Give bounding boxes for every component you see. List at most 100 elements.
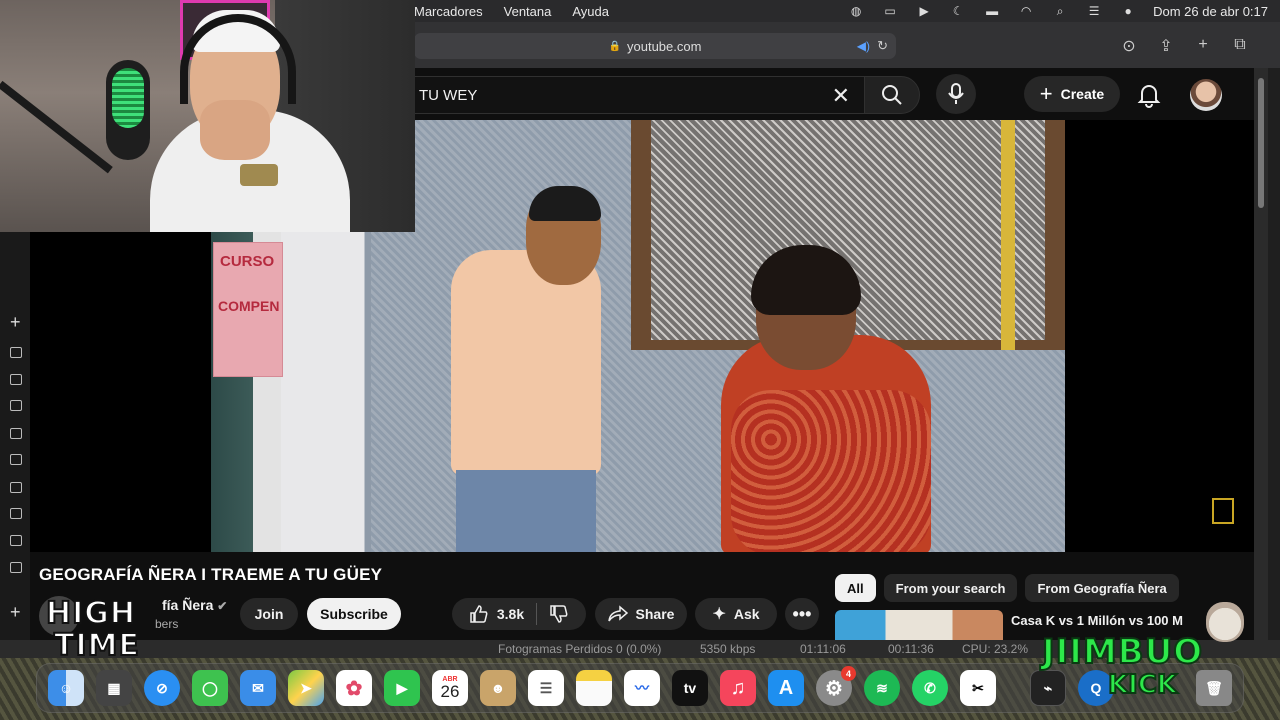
mic-arm (0, 80, 113, 174)
search-button[interactable] (864, 76, 920, 114)
like-button[interactable]: 3.8k (469, 604, 524, 624)
share-label: Share (635, 606, 675, 622)
camera-source-icon[interactable] (10, 374, 22, 385)
add-scene-icon[interactable]: + (10, 312, 21, 333)
lock-icon: 🔒 (608, 40, 621, 52)
page-scrollbar[interactable] (1254, 68, 1268, 658)
display-source-icon[interactable] (10, 454, 22, 465)
camera-source-icon[interactable] (10, 482, 22, 493)
reminders-icon[interactable]: ☰ (528, 670, 564, 706)
man-figure (451, 250, 601, 475)
battery-icon[interactable]: ▬ (983, 4, 1001, 18)
microphone-icon (948, 83, 964, 104)
voice-search-button[interactable] (936, 74, 976, 114)
chip-from-channel[interactable]: From Geografía Ñera (1025, 574, 1179, 602)
calendar-icon[interactable]: ABR 26 (432, 670, 468, 706)
menu-bookmarks[interactable]: Marcadores (414, 4, 483, 19)
siri-icon[interactable]: ● (1119, 4, 1137, 18)
image-source-icon[interactable] (10, 400, 22, 411)
safari-icon[interactable]: ⊘ (144, 670, 180, 706)
search-icon (882, 85, 902, 105)
chip-from-your-search[interactable]: From your search (883, 574, 1018, 602)
search-input[interactable]: TU WEY ✕ (414, 76, 864, 114)
messages-icon[interactable]: ◯ (192, 670, 228, 706)
recommended-video-title[interactable]: Casa K vs 1 Millón vs 100 M (1011, 612, 1211, 629)
app-store-icon[interactable]: A (768, 670, 804, 706)
thumbs-down-icon[interactable] (549, 604, 569, 624)
system-settings-icon[interactable]: ⚙ 4 (816, 666, 856, 706)
notes-icon[interactable] (576, 670, 612, 706)
more-actions-button[interactable]: ••• (785, 598, 819, 630)
search-query: TU WEY (419, 86, 478, 104)
apple-tv-icon[interactable]: tv (672, 670, 708, 706)
notifications-bell-icon[interactable] (1136, 82, 1162, 108)
contacts-icon[interactable]: ☻ (480, 670, 516, 706)
scene-icon[interactable] (10, 347, 22, 358)
create-button[interactable]: + Create (1024, 76, 1120, 112)
streamer-hand (200, 100, 270, 160)
scrollbar-thumb[interactable] (1258, 78, 1264, 208)
facetime-icon[interactable]: ▶ (384, 670, 420, 706)
capcut-icon[interactable]: ✂ (960, 670, 996, 706)
ask-label: Ask (733, 606, 760, 622)
window-source-icon[interactable] (10, 535, 22, 546)
launchpad-icon[interactable]: ▦ (96, 670, 132, 706)
new-tab-icon[interactable]: + (1193, 36, 1213, 54)
add-source-icon[interactable]: + (10, 602, 21, 623)
menu-window[interactable]: Ventana (504, 4, 552, 19)
join-button[interactable]: Join (240, 598, 298, 630)
obs-status-icon[interactable]: ◍ (847, 4, 865, 18)
logo-word-high: HIGH (45, 595, 137, 632)
speaker-icon[interactable]: ◀) (857, 39, 870, 53)
clear-search-icon[interactable]: ✕ (832, 83, 850, 109)
status-area: ◍ ▭ ▶ ☾ ▬ ◠ ⌕ ☰ ● Dom 26 de abr 0:17 (847, 4, 1268, 19)
music-icon[interactable]: ♫ (720, 670, 756, 706)
microphone-glow (112, 68, 144, 128)
window-icon[interactable]: ▭ (881, 4, 899, 18)
calendar-day: 26 (440, 682, 460, 701)
logo-word-kick: KICK (1107, 669, 1178, 701)
tab-overview-icon[interactable]: ⧉ (1230, 36, 1250, 54)
window-edge (1268, 68, 1280, 658)
clock[interactable]: Dom 26 de abr 0:17 (1153, 4, 1268, 19)
photos-icon[interactable]: ✿ (336, 670, 372, 706)
download-icon[interactable]: ⊙ (1119, 36, 1139, 56)
overlay-frame-icon (1212, 498, 1234, 524)
obs-scene-rail: + + (0, 232, 30, 652)
thumbs-up-icon (470, 605, 488, 623)
poster-sign: CURSO COMPEN (213, 242, 283, 377)
display-source-icon[interactable] (10, 508, 22, 519)
subscribe-button[interactable]: Subscribe (307, 598, 401, 630)
spotlight-search-icon[interactable]: ⌕ (1051, 4, 1069, 18)
whatsapp-icon[interactable]: ✆ (912, 670, 948, 706)
image-source-icon[interactable] (10, 428, 22, 439)
menu-help[interactable]: Ayuda (572, 4, 609, 19)
more-dots-icon: ••• (792, 603, 812, 624)
finder-icon[interactable]: ☺ (48, 670, 84, 706)
share-icon[interactable]: ⇪ (1156, 36, 1176, 56)
maps-icon[interactable]: ➤ (288, 670, 324, 706)
settings-badge: 4 (841, 666, 856, 681)
account-avatar[interactable] (1190, 79, 1222, 111)
moon-icon[interactable]: ☾ (949, 4, 967, 18)
reload-icon[interactable]: ↻ (877, 38, 888, 54)
verified-icon: ✔ (217, 599, 228, 613)
chip-all[interactable]: All (835, 574, 876, 602)
play-icon[interactable]: ▶ (915, 4, 933, 18)
url-text: youtube.com (627, 38, 702, 54)
mail-icon[interactable]: ✉ (240, 670, 276, 706)
ask-button[interactable]: ✦ Ask (695, 598, 777, 630)
like-dislike-group: 3.8k (452, 598, 586, 630)
control-center-icon[interactable]: ☰ (1085, 4, 1103, 18)
high-time-logo: HIGH TIME (42, 595, 172, 668)
jiimbuo-kick-logo: JIIMBUO KICK (1040, 630, 1264, 710)
wifi-icon[interactable]: ◠ (1017, 4, 1035, 18)
bitrate: 5350 kbps (700, 642, 756, 656)
image-source-icon[interactable] (10, 562, 22, 573)
freeform-icon[interactable]: 〰 (624, 670, 660, 706)
spotify-icon[interactable]: ≋ (864, 670, 900, 706)
poster-line-2: COMPEN (218, 298, 280, 314)
share-button[interactable]: Share (595, 598, 687, 630)
address-bar[interactable]: 🔒 youtube.com ◀) ↻ (414, 33, 896, 59)
like-count: 3.8k (496, 606, 525, 622)
